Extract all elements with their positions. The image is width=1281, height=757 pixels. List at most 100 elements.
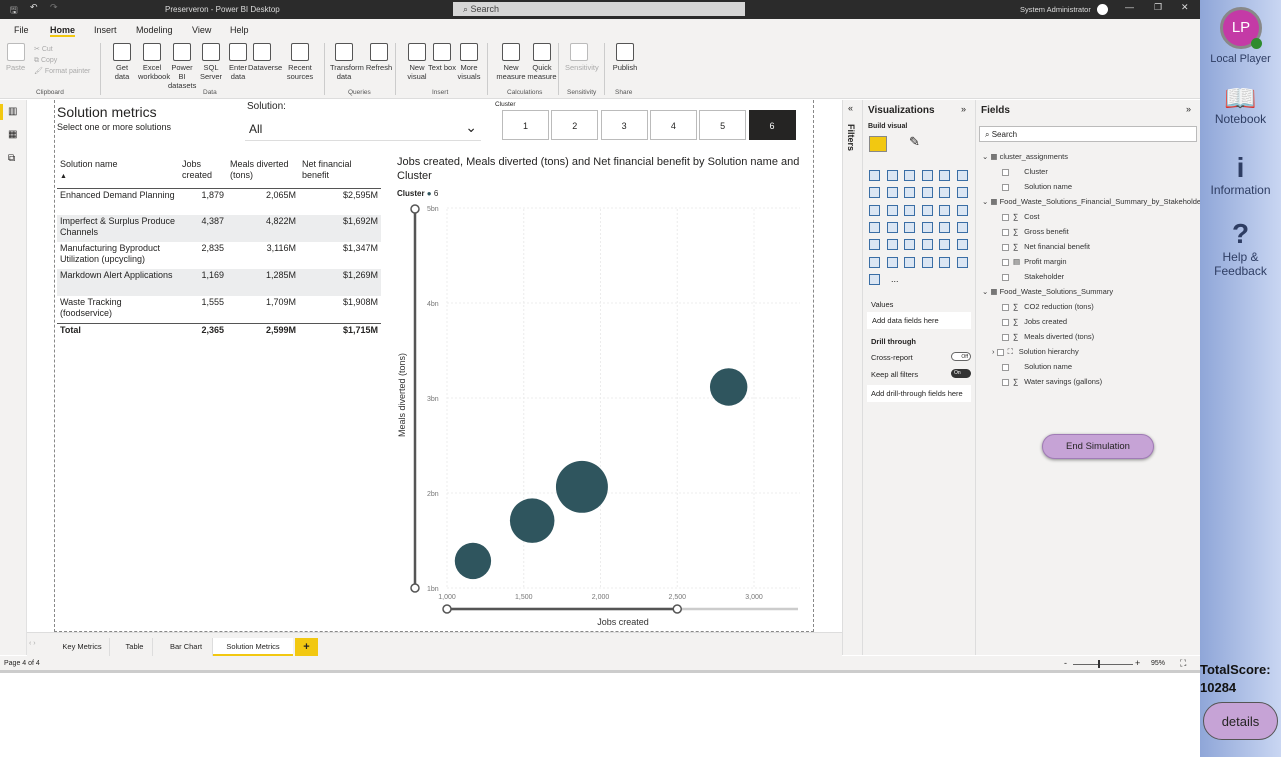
insert-button-0[interactable]: New visual — [403, 43, 431, 81]
data-button-1[interactable]: Excel workbook — [138, 43, 170, 81]
copy-button[interactable]: ⧉ Copy — [34, 55, 90, 66]
line-clustered-visual-icon[interactable] — [939, 187, 950, 199]
line-visual-icon[interactable] — [869, 187, 880, 199]
search-box[interactable]: ⌕ Search — [453, 2, 745, 16]
field-checkbox[interactable] — [1002, 183, 1009, 191]
line-column-visual-icon[interactable] — [921, 187, 933, 199]
stacked-bar-visual-icon[interactable] — [869, 170, 880, 181]
data-button-3[interactable]: SQL Server — [197, 43, 225, 81]
table-row[interactable]: Waste Tracking (foodservice) 1,555 1,709M $… — [57, 296, 381, 323]
model-view-icon[interactable]: ⧉ — [8, 153, 15, 164]
tab-scroll-icon[interactable]: ‹ › — [29, 640, 36, 647]
field-item[interactable]: ∑ Jobs created — [1002, 317, 1067, 326]
decomposition-tree-visual-icon[interactable] — [869, 256, 880, 268]
tab-table[interactable]: Table — [117, 638, 153, 656]
table-row[interactable]: Manufacturing Byproduct Utilization (upc… — [57, 242, 381, 269]
column-header[interactable]: Net financial benefit — [299, 158, 381, 188]
map-visual-icon[interactable] — [869, 221, 880, 233]
multi-row-card-visual-icon[interactable] — [939, 221, 950, 233]
table-row[interactable]: Markdown Alert Applications 1,169 1,285M $1… — [57, 269, 381, 296]
stacked-column-visual-icon[interactable] — [886, 170, 898, 181]
more-visuals-icon[interactable]: ... — [891, 274, 899, 284]
card-visual-icon[interactable] — [921, 221, 933, 233]
key-influencers-visual-icon[interactable] — [956, 239, 968, 251]
table-visual-icon[interactable] — [886, 239, 898, 251]
donut-visual-icon[interactable] — [939, 204, 950, 216]
field-item[interactable]: ∑ Gross benefit — [1002, 227, 1069, 236]
field-table[interactable]: ⌄ ▦ Food_Waste_Solutions_Summary — [982, 287, 1113, 296]
field-checkbox[interactable] — [1002, 213, 1009, 221]
format-painter-button[interactable]: 🖌 Format painter — [34, 66, 90, 77]
table-row[interactable]: Enhanced Demand Planning 1,879 2,065M $2,59… — [57, 188, 381, 215]
fit-page-icon[interactable]: ⛶ — [1180, 658, 1186, 669]
cluster-option-1[interactable]: 1 — [502, 110, 549, 140]
waterfall-visual-icon[interactable] — [869, 204, 880, 216]
r-visual-visual-icon[interactable] — [921, 239, 933, 251]
filled-map-visual-icon[interactable] — [886, 221, 898, 233]
smart-narrative-visual-icon[interactable] — [904, 256, 915, 268]
field-checkbox[interactable] — [996, 348, 1004, 356]
build-visual-tab[interactable] — [869, 136, 887, 152]
x-slider-handle[interactable] — [672, 604, 682, 614]
insert-button-1[interactable]: Text box — [428, 43, 456, 72]
field-checkbox[interactable] — [1002, 228, 1009, 236]
paste-button[interactable]: Paste — [6, 43, 25, 72]
information-button[interactable]: i Information — [1200, 153, 1281, 198]
column-header[interactable]: Solution name ▲ — [57, 158, 179, 188]
slicer-visual-icon[interactable] — [869, 239, 880, 251]
field-checkbox[interactable] — [1002, 258, 1009, 266]
kpi-visual-icon[interactable] — [956, 221, 968, 233]
menu-file[interactable]: File — [14, 25, 29, 35]
table-view-icon[interactable]: ▦ — [8, 129, 17, 140]
user-avatar-icon[interactable] — [1097, 4, 1108, 15]
report-view-icon[interactable]: ▥ — [8, 106, 17, 117]
field-item[interactable]: ∑ Net financial benefit — [1002, 242, 1090, 251]
qa-visual-icon[interactable] — [886, 256, 898, 268]
format-visual-icon[interactable]: ✎ — [909, 134, 920, 150]
expand-icon[interactable]: » — [1186, 104, 1191, 114]
zoom-slider-thumb[interactable] — [1098, 660, 1100, 668]
funnel-visual-icon[interactable] — [886, 204, 898, 216]
undo-icon[interactable]: ↶ — [30, 2, 38, 13]
100-bar-visual-icon[interactable] — [939, 170, 950, 181]
clustered-column-visual-icon[interactable] — [921, 170, 933, 181]
paginated-visual-icon[interactable] — [921, 256, 933, 268]
scatter-visual-icon[interactable] — [904, 204, 915, 216]
field-table[interactable]: ⌄ ▦ cluster_assignments — [982, 152, 1068, 161]
collapse-icon[interactable]: « — [848, 103, 853, 113]
queries-button-0[interactable]: Transform data — [330, 43, 364, 81]
share-button-0[interactable]: Publish — [611, 43, 639, 72]
menu-home[interactable]: Home — [50, 25, 76, 37]
menu-modeling[interactable]: Modeling — [136, 25, 173, 35]
close-icon[interactable]: ✕ — [1181, 2, 1189, 13]
add-page-button[interactable]: + — [295, 638, 318, 656]
y-slider-handle[interactable] — [410, 204, 420, 214]
notebook-button[interactable]: 📖 Notebook — [1200, 84, 1281, 126]
zoom-slider[interactable] — [1073, 664, 1133, 665]
x-slider-handle[interactable] — [442, 604, 452, 614]
field-item[interactable]: ∑ CO2 reduction (tons) — [1002, 302, 1094, 311]
power-automate-visual-icon[interactable] — [956, 256, 968, 268]
tab-solution-metrics[interactable]: Solution Metrics — [213, 638, 293, 656]
sensitivity-button-0[interactable]: Sensitivity — [565, 43, 599, 72]
calculations-button-1[interactable]: Quick measure — [526, 43, 558, 81]
insert-button-2[interactable]: More visuals — [455, 43, 483, 81]
zoom-out-icon[interactable]: - — [1064, 658, 1067, 668]
cluster-option-6[interactable]: 6 — [748, 110, 796, 140]
bubble-point[interactable] — [454, 542, 492, 580]
keep-filters-toggle[interactable]: On — [951, 369, 971, 378]
field-item[interactable]: › ⛶ Solution hierarchy — [992, 347, 1079, 357]
field-checkbox[interactable] — [1002, 273, 1009, 281]
fields-search-input[interactable]: ⌕ Search — [979, 126, 1197, 142]
zoom-in-icon[interactable]: + — [1135, 658, 1140, 668]
field-item[interactable]: Stakeholder — [1002, 272, 1064, 281]
field-item[interactable]: ∑ Water savings (gallons) — [1002, 377, 1102, 386]
menu-help[interactable]: Help — [230, 25, 249, 35]
drill-through-drop-zone[interactable]: Add drill-through fields here — [867, 385, 971, 402]
treemap-visual-icon[interactable] — [956, 204, 968, 216]
field-checkbox[interactable] — [1002, 333, 1009, 341]
field-checkbox[interactable] — [1002, 378, 1009, 386]
data-button-2[interactable]: Power BI datasets — [168, 43, 196, 90]
field-item[interactable]: ▤ Profit margin — [1002, 257, 1067, 266]
minimize-icon[interactable]: — — [1125, 2, 1134, 12]
